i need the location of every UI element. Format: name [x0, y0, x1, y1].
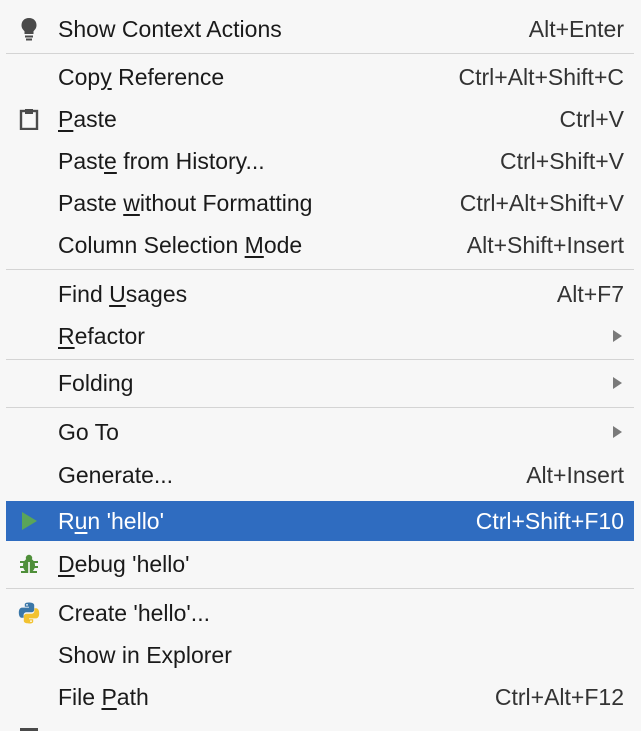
menu-item-paste-from-history[interactable]: Paste from History... Ctrl+Shift+V	[6, 140, 634, 182]
menu-item-file-path[interactable]: File Path Ctrl+Alt+F12	[6, 676, 634, 718]
menu-item-label: Run 'hello'	[58, 508, 164, 534]
menu-item-label: Show in Explorer	[58, 642, 232, 668]
menu-item-label: Folding	[58, 370, 134, 396]
menu-item-shortcut: Ctrl+V	[559, 106, 624, 132]
submenu-arrow-icon	[613, 330, 622, 342]
menu-item-shortcut: Ctrl+Shift+V	[500, 148, 624, 174]
clipboard-icon	[16, 106, 42, 132]
run-icon	[16, 508, 42, 534]
menu-item-label: File Path	[58, 684, 149, 710]
menu-item-show-in-explorer[interactable]: Show in Explorer	[6, 634, 634, 676]
menu-item-label: Create 'hello'...	[58, 600, 210, 626]
menu-item-label: Find Usages	[58, 281, 188, 307]
menu-item-label: Go To	[58, 419, 119, 445]
menu-item-shortcut: Alt+Shift+Insert	[466, 232, 624, 258]
menu-item-run-hello[interactable]: Run 'hello' Ctrl+Shift+F10	[6, 501, 634, 541]
menu-item-label: Show Context Actions	[58, 16, 282, 42]
menu-item-shortcut: Ctrl+Alt+F12	[494, 684, 624, 710]
submenu-arrow-icon	[613, 377, 622, 389]
menu-item-create-hello[interactable]: Create 'hello'...	[6, 592, 634, 634]
menu-item-shortcut: Ctrl+Alt+Shift+V	[459, 190, 624, 216]
menu-item-partial	[6, 720, 634, 731]
menu-item-copy-reference[interactable]: Copy Reference Ctrl+Alt+Shift+C	[6, 56, 634, 98]
menu-item-shortcut: Ctrl+Alt+Shift+C	[458, 64, 624, 90]
menu-item-shortcut: Alt+F7	[556, 281, 624, 307]
menu-item-label: Paste without Formatting	[58, 190, 313, 216]
menu-item-column-selection-mode[interactable]: Column Selection Mode Alt+Shift+Insert	[6, 224, 634, 266]
terminal-icon	[16, 724, 42, 731]
debug-bug-icon	[16, 551, 42, 577]
menu-item-folding[interactable]: Folding	[6, 362, 634, 404]
lightbulb-icon	[16, 16, 42, 42]
python-icon	[16, 600, 42, 626]
menu-item-find-usages[interactable]: Find Usages Alt+F7	[6, 273, 634, 315]
menu-item-refactor[interactable]: Refactor	[6, 315, 634, 357]
menu-item-label: Generate...	[58, 462, 174, 488]
menu-item-debug-hello[interactable]: Debug 'hello'	[6, 543, 634, 585]
menu-item-shortcut: Alt+Insert	[526, 462, 624, 488]
menu-separator	[6, 269, 634, 270]
menu-item-label: Copy Reference	[58, 64, 225, 90]
menu-item-label: Paste	[58, 106, 117, 132]
menu-item-label: Refactor	[58, 323, 145, 349]
menu-separator	[6, 53, 634, 54]
menu-item-paste[interactable]: Paste Ctrl+V	[6, 98, 634, 140]
menu-separator	[6, 407, 634, 408]
context-menu: Show Context Actions Alt+Enter Copy Refe…	[0, 0, 641, 731]
menu-separator	[6, 359, 634, 360]
menu-item-generate[interactable]: Generate... Alt+Insert	[6, 454, 634, 496]
submenu-arrow-icon	[613, 426, 622, 438]
menu-separator	[6, 588, 634, 589]
menu-item-label: Column Selection Mode	[58, 232, 303, 258]
menu-item-shortcut: Alt+Enter	[528, 16, 624, 42]
menu-item-go-to[interactable]: Go To	[6, 411, 634, 453]
menu-item-show-context-actions[interactable]: Show Context Actions Alt+Enter	[6, 8, 634, 50]
menu-item-paste-without-formatting[interactable]: Paste without Formatting Ctrl+Alt+Shift+…	[6, 182, 634, 224]
menu-item-shortcut: Ctrl+Shift+F10	[475, 508, 624, 534]
menu-item-label: Debug 'hello'	[58, 551, 190, 577]
menu-item-label: Paste from History...	[58, 148, 265, 174]
